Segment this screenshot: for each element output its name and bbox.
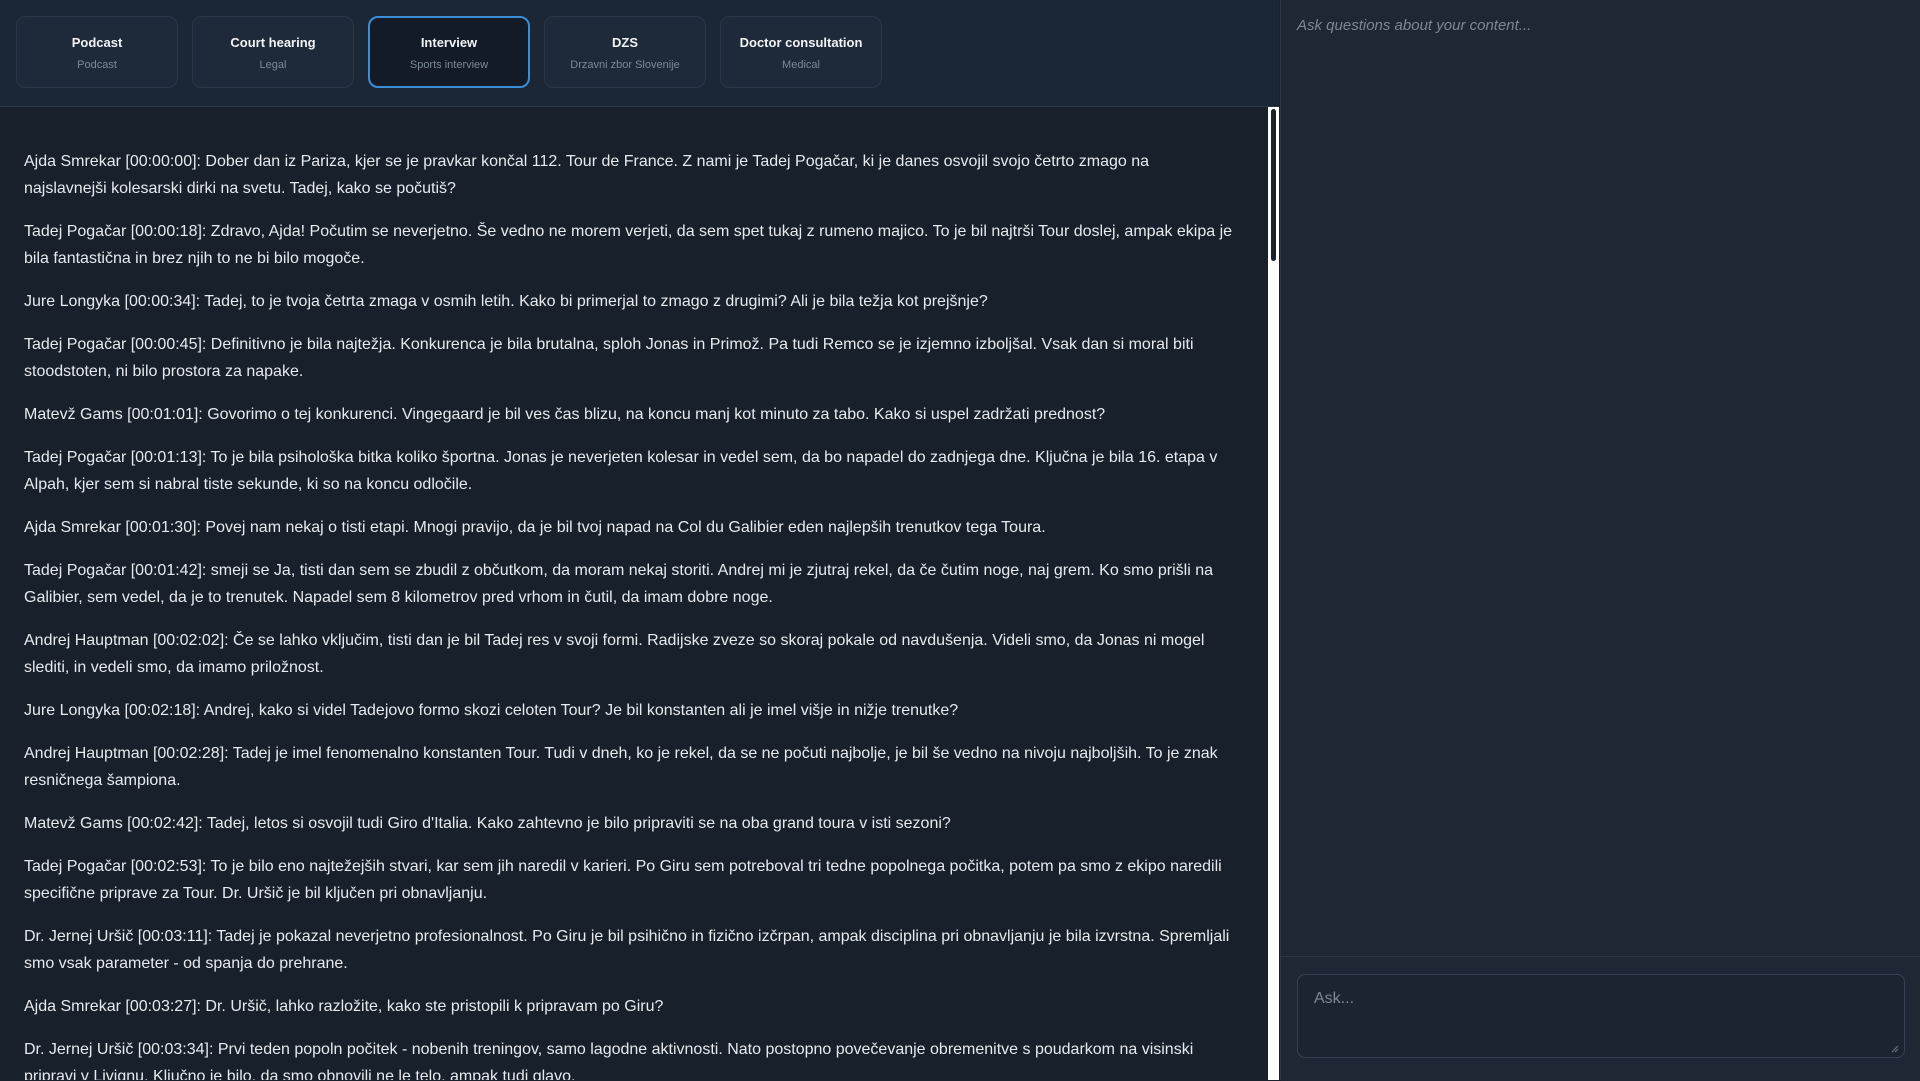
chat-input-area — [1281, 956, 1920, 1081]
tab-court-hearing[interactable]: Court hearing Legal — [192, 16, 354, 88]
tab-title: Interview — [420, 35, 478, 50]
transcript-scrollbar[interactable] — [1268, 107, 1279, 1080]
transcript-line: Matevž Gams [00:02:42]: Tadej, letos si … — [24, 815, 951, 832]
transcript-line: Ajda Smrekar [00:01:30]: Povej nam nekaj… — [24, 519, 1046, 536]
transcript-line: Tadej Pogačar [00:00:45]: Definitivno je… — [24, 336, 1194, 380]
transcript-content: Ajda Smrekar [00:00:00]: Dober dan iz Pa… — [24, 148, 1236, 1080]
transcript-line: Tadej Pogačar [00:01:13]: To je bila psi… — [24, 449, 1218, 493]
tab-subtitle: Podcast — [77, 59, 117, 71]
tab-subtitle: Drzavni zbor Slovenije — [570, 59, 680, 71]
chat-empty-hint: Ask questions about your content... — [1297, 17, 1532, 34]
transcript-line: Andrej Hauptman [00:02:02]: Če se lahko … — [24, 632, 1205, 676]
transcript-line: Jure Longyka [00:02:18]: Andrej, kako si… — [24, 702, 959, 719]
transcript-line: Andrej Hauptman [00:02:28]: Tadej je ime… — [24, 745, 1218, 789]
tab-podcast[interactable]: Podcast Podcast — [16, 16, 178, 88]
tab-interview[interactable]: Interview Sports interview — [368, 16, 530, 88]
scrollbar-thumb[interactable] — [1271, 109, 1276, 261]
transcript-line: Jure Longyka [00:00:34]: Tadej, to je tv… — [24, 293, 988, 310]
source-tab-bar: Podcast Podcast Court hearing Legal Inte… — [0, 0, 1279, 107]
tab-dzs[interactable]: DZS Drzavni zbor Slovenije — [544, 16, 706, 88]
transcript-line: Dr. Jernej Uršič [00:03:34]: Prvi teden … — [24, 1041, 1194, 1080]
transcript-line: Dr. Jernej Uršič [00:03:11]: Tadej je po… — [24, 928, 1230, 972]
transcript-line: Tadej Pogačar [00:00:18]: Zdravo, Ajda! … — [24, 223, 1233, 267]
app-window: Podcast Podcast Court hearing Legal Inte… — [0, 0, 1920, 1081]
transcript-pane: Podcast Podcast Court hearing Legal Inte… — [0, 0, 1279, 1080]
transcript-line: Tadej Pogačar [00:01:42]: smeji se Ja, t… — [24, 562, 1213, 606]
tab-title: Doctor consultation — [739, 35, 863, 50]
tab-title: DZS — [612, 35, 638, 50]
tab-subtitle: Medical — [782, 59, 820, 71]
tab-subtitle: Sports interview — [409, 59, 489, 71]
chat-panel: Ask questions about your content... — [1280, 0, 1920, 1081]
tab-doctor-consultation[interactable]: Doctor consultation Medical — [720, 16, 882, 88]
tab-title: Podcast — [71, 35, 123, 50]
tab-subtitle: Legal — [259, 59, 287, 71]
tab-title: Court hearing — [230, 35, 316, 50]
ask-input[interactable] — [1297, 974, 1905, 1058]
transcript-scroll-area[interactable]: Ajda Smrekar [00:00:00]: Dober dan iz Pa… — [0, 107, 1268, 1080]
transcript-line: Tadej Pogačar [00:02:53]: To je bilo eno… — [24, 858, 1222, 902]
transcript-line: Ajda Smrekar [00:00:00]: Dober dan iz Pa… — [24, 153, 1150, 197]
transcript-line: Ajda Smrekar [00:03:27]: Dr. Uršič, lahk… — [24, 998, 664, 1015]
transcript-line: Matevž Gams [00:01:01]: Govorimo o tej k… — [24, 406, 1106, 423]
